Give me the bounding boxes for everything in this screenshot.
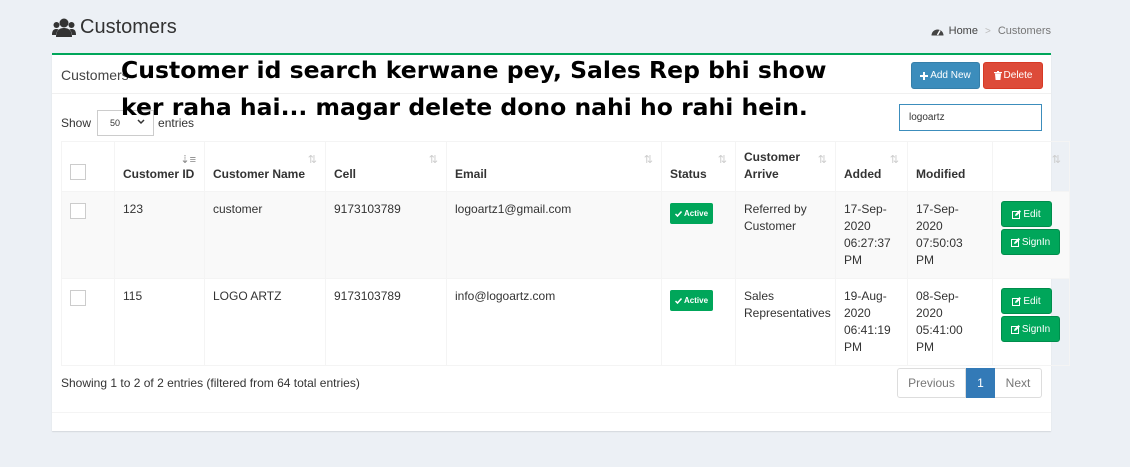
column-header-label: Customer ID <box>123 167 195 181</box>
edit-icon <box>1012 296 1022 306</box>
column-header[interactable]: Status ⇅ <box>661 141 736 192</box>
page-header: Customers <box>52 16 177 39</box>
add-new-button[interactable]: Add New <box>911 62 980 89</box>
dashboard-icon <box>931 29 944 35</box>
customer-id-cell: 115 <box>114 278 205 366</box>
box-footer-divider <box>52 412 1051 413</box>
column-header[interactable]: Email ⇅ <box>446 141 662 192</box>
table-info: Showing 1 to 2 of 2 entries (filtered fr… <box>61 376 360 390</box>
email-cell: logoartz1@gmail.com <box>446 191 662 279</box>
check-icon <box>675 297 682 304</box>
users-icon <box>52 18 76 37</box>
sort-icon: ⇅ <box>643 154 653 166</box>
actions-header[interactable]: ⇅ <box>992 141 1070 192</box>
status-badge-label: Active <box>684 209 709 218</box>
box-title: Customers <box>61 67 129 83</box>
show-label: Show <box>61 116 92 130</box>
sort-icon: ⇅ <box>717 154 727 166</box>
modified-cell: 08-Sep-2020 05:41:00 PM <box>907 278 993 366</box>
row-select-cell <box>61 278 115 366</box>
search-input[interactable] <box>899 104 1042 131</box>
column-header[interactable]: Modified <box>907 141 993 192</box>
column-header[interactable]: Cell ⇅ <box>325 141 447 192</box>
select-all-header <box>61 141 115 192</box>
edit-icon <box>1010 237 1020 247</box>
status-badge: Active <box>670 203 714 224</box>
column-header[interactable]: Customer Arrive ⇅ <box>735 141 836 192</box>
status-cell: Active <box>661 191 736 279</box>
page-1-button[interactable]: 1 <box>966 368 995 398</box>
edit-icon <box>1010 324 1020 334</box>
add-new-label: Add New <box>930 70 971 81</box>
breadcrumb-current: Customers <box>997 25 1051 37</box>
column-header-label: Customer Name <box>213 167 306 181</box>
column-header-label: Modified <box>916 167 966 181</box>
edit-label: Edit <box>1023 295 1041 307</box>
sort-icon: ⇅ <box>889 154 899 166</box>
status-badge-label: Active <box>684 296 709 305</box>
column-header[interactable]: Added ⇅ <box>835 141 908 192</box>
added-cell: 17-Sep-2020 06:27:37 PM <box>835 191 908 279</box>
customer-id-cell: 123 <box>114 191 205 279</box>
actions-cell: Edit SignIn <box>992 278 1070 366</box>
delete-label: Delete <box>1003 70 1033 81</box>
sort-icon: ⇅ <box>1051 154 1061 166</box>
column-header-label: Added <box>844 167 882 181</box>
customer-name-cell: LOGO ARTZ <box>204 278 326 366</box>
signin-button[interactable]: SignIn <box>1001 229 1060 255</box>
table-row: 115 LOGO ARTZ 9173103789 info@logoartz.c… <box>61 278 1070 366</box>
customer-arrive-cell: Referred by Customer <box>735 191 836 279</box>
modified-cell: 17-Sep-2020 07:50:03 PM <box>907 191 993 279</box>
sort-icon: ⇅ <box>817 154 827 166</box>
row-checkbox[interactable] <box>70 290 86 306</box>
edit-label: Edit <box>1023 208 1041 220</box>
previous-page-button[interactable]: Previous <box>897 368 966 398</box>
cell-cell: 9173103789 <box>325 191 447 279</box>
annotation-line-2: ker raha hai... magar delete dono nahi h… <box>121 93 808 121</box>
column-header[interactable]: Customer ID ⇣≡ <box>114 141 205 192</box>
customer-arrive-cell: Sales Representatives <box>735 278 836 366</box>
table-header-row: Customer ID ⇣≡ Customer Name ⇅ Cell ⇅ Email… <box>61 141 1070 192</box>
sort-desc-icon: ⇣≡ <box>180 154 196 166</box>
trash-icon <box>993 71 1002 80</box>
column-header-label: Cell <box>334 167 357 181</box>
column-header-label: Status <box>670 167 707 181</box>
row-select-cell <box>61 191 115 279</box>
column-header[interactable]: Customer Name ⇅ <box>204 141 326 192</box>
customer-name-cell: customer <box>204 191 326 279</box>
signin-button[interactable]: SignIn <box>1001 316 1060 342</box>
annotation-line-1: Customer id search kerwane pey, Sales Re… <box>121 56 827 84</box>
pagination: Previous 1 Next <box>897 368 1042 398</box>
actions-cell: Edit SignIn <box>992 191 1070 279</box>
status-cell: Active <box>661 278 736 366</box>
signin-label: SignIn <box>1021 323 1051 335</box>
column-header-label: Customer Arrive <box>744 150 801 181</box>
next-page-button[interactable]: Next <box>995 368 1042 398</box>
page-title: Customers <box>80 16 177 38</box>
column-header-label: Email <box>455 167 488 181</box>
table-row: 123 customer 9173103789 logoartz1@gmail.… <box>61 191 1070 279</box>
cell-cell: 9173103789 <box>325 278 447 366</box>
edit-icon <box>1012 209 1022 219</box>
edit-button[interactable]: Edit <box>1001 288 1052 314</box>
added-cell: 19-Aug-2020 06:41:19 PM <box>835 278 908 366</box>
breadcrumb-separator: > <box>984 25 991 37</box>
breadcrumb: Home > Customers <box>931 25 1051 37</box>
row-checkbox[interactable] <box>70 203 86 219</box>
edit-button[interactable]: Edit <box>1001 201 1052 227</box>
entries-per-page-value: 50 <box>110 118 121 128</box>
customers-table: Customer ID ⇣≡ Customer Name ⇅ Cell ⇅ Email… <box>61 141 1070 366</box>
delete-button[interactable]: Delete <box>983 62 1043 89</box>
status-badge: Active <box>670 290 714 311</box>
breadcrumb-home-link[interactable]: Home <box>949 25 978 37</box>
sort-icon: ⇅ <box>428 154 438 166</box>
email-cell: info@logoartz.com <box>446 278 662 366</box>
signin-label: SignIn <box>1021 236 1051 248</box>
select-all-checkbox[interactable] <box>70 164 86 180</box>
check-icon <box>675 210 682 217</box>
sort-icon: ⇅ <box>307 154 317 166</box>
overlay-annotation: Customer id search kerwane pey, Sales Re… <box>121 52 861 126</box>
plus-icon <box>920 71 929 80</box>
